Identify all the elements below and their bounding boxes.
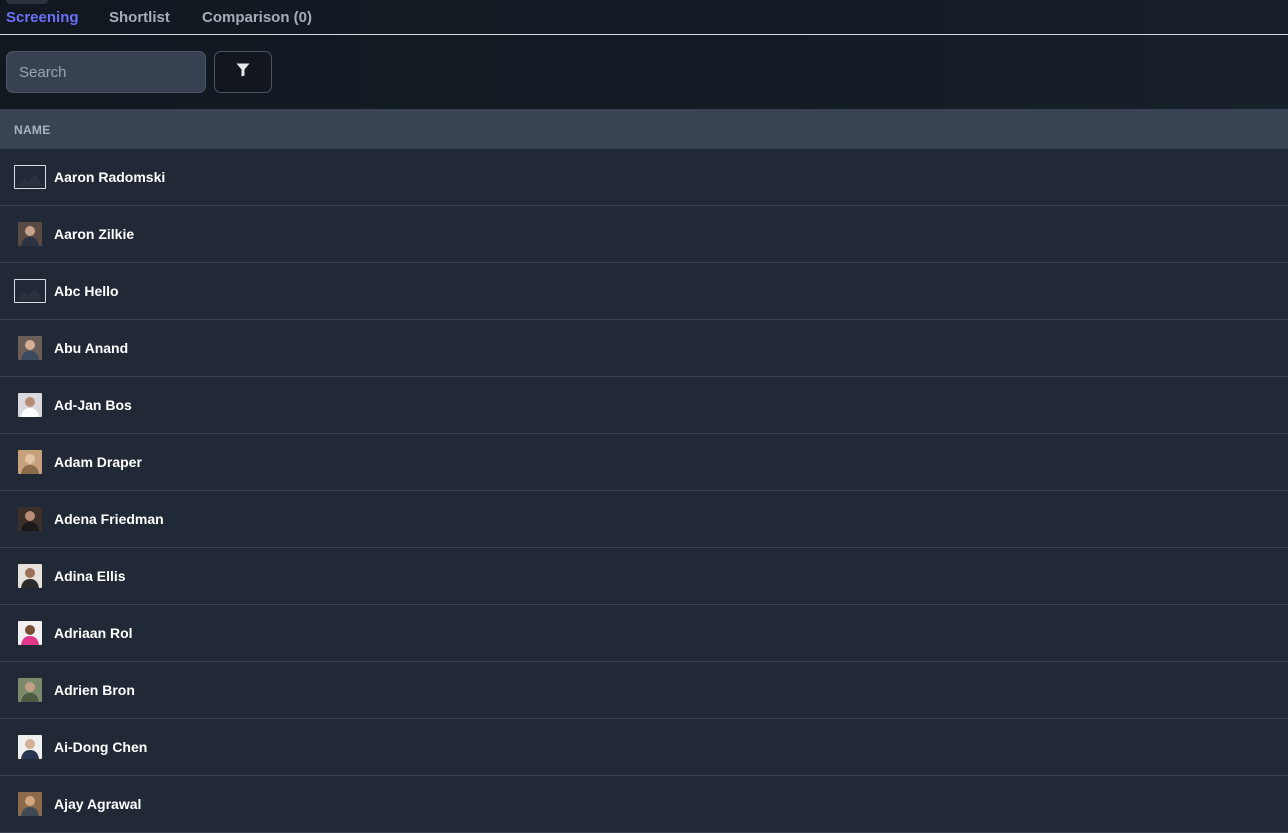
table-row[interactable]: Adena Friedman [0, 491, 1288, 548]
candidate-name[interactable]: Abc Hello [54, 283, 119, 299]
table-header: NAME [0, 109, 1288, 149]
candidate-name[interactable]: Aaron Zilkie [54, 226, 134, 242]
avatar [18, 507, 42, 531]
avatar [18, 792, 42, 816]
candidate-name[interactable]: Adriaan Rol [54, 625, 133, 641]
candidate-name[interactable]: Aaron Radomski [54, 169, 165, 185]
tab-screening[interactable]: Screening [6, 9, 79, 26]
tab-bar: Screening Shortlist Comparison (0) [0, 0, 1288, 35]
candidate-name[interactable]: Adena Friedman [54, 511, 164, 527]
search-input[interactable] [6, 51, 206, 93]
table-row[interactable]: Abc Hello [0, 263, 1288, 320]
filter-button[interactable] [214, 51, 272, 93]
avatar [18, 336, 42, 360]
table-row[interactable]: Adrien Bron [0, 662, 1288, 719]
table-row[interactable]: Adina Ellis [0, 548, 1288, 605]
table-row[interactable]: Aaron Radomski [0, 149, 1288, 206]
filter-icon [236, 63, 250, 82]
avatar [18, 450, 42, 474]
avatar [18, 564, 42, 588]
avatar [18, 621, 42, 645]
table-row[interactable]: Ai-Dong Chen [0, 719, 1288, 776]
tab-comparison[interactable]: Comparison (0) [202, 9, 312, 26]
avatar [18, 678, 42, 702]
candidate-name[interactable]: Ad-Jan Bos [54, 397, 132, 413]
avatar [18, 735, 42, 759]
top-toolbar: Screening Shortlist Comparison (0) [0, 0, 1288, 109]
table-row[interactable]: Abu Anand [0, 320, 1288, 377]
broken-image-icon [14, 279, 46, 303]
candidate-name[interactable]: Abu Anand [54, 340, 128, 356]
candidate-name[interactable]: Ajay Agrawal [54, 796, 141, 812]
table-row[interactable]: Ajay Agrawal [0, 776, 1288, 833]
broken-image-icon [14, 165, 46, 189]
candidate-name[interactable]: Adina Ellis [54, 568, 126, 584]
table-row[interactable]: Ad-Jan Bos [0, 377, 1288, 434]
candidate-list: Aaron Radomski Aaron Zilkie Abc Hello Abu A… [0, 149, 1288, 833]
table-row[interactable]: Adriaan Rol [0, 605, 1288, 662]
avatar [18, 393, 42, 417]
candidate-name[interactable]: Adrien Bron [54, 682, 135, 698]
tab-shortlist[interactable]: Shortlist [109, 9, 170, 26]
column-header-name[interactable]: NAME [14, 123, 51, 137]
table-row[interactable]: Adam Draper [0, 434, 1288, 491]
candidate-name[interactable]: Ai-Dong Chen [54, 739, 147, 755]
candidate-name[interactable]: Adam Draper [54, 454, 142, 470]
avatar [18, 222, 42, 246]
table-row[interactable]: Aaron Zilkie [0, 206, 1288, 263]
tab-indicator-nub [6, 0, 48, 4]
